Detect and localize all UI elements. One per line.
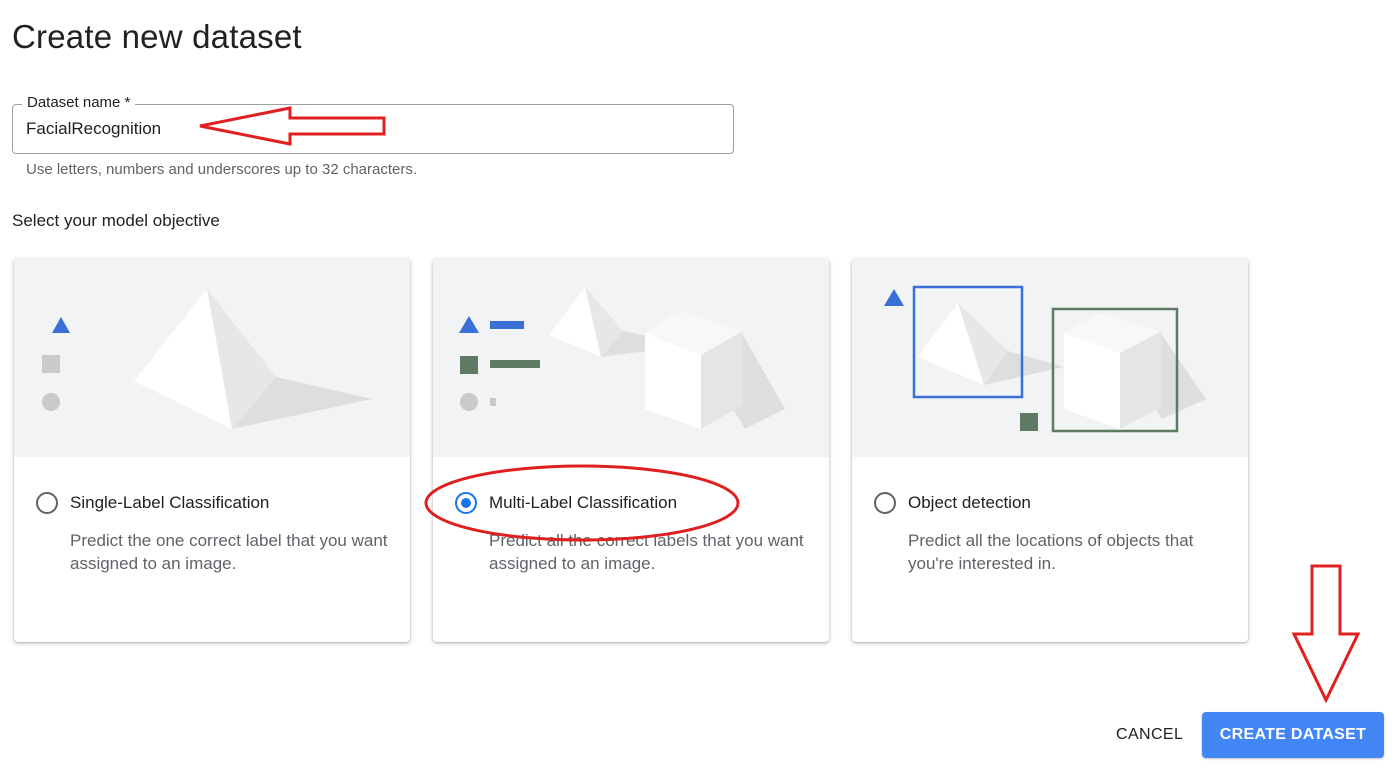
pyramid-illustration	[134, 289, 372, 429]
dataset-name-input[interactable]: FacialRecognition	[26, 119, 161, 139]
card-title: Object detection	[908, 493, 1031, 512]
dataset-name-field[interactable]: Dataset name * FacialRecognition	[12, 94, 734, 154]
square-icon	[460, 356, 478, 374]
label-bar	[490, 321, 524, 329]
circle-icon	[460, 393, 478, 411]
square-icon	[42, 355, 60, 373]
label-bar	[490, 360, 540, 368]
card-multi-label[interactable]: Multi-Label Classification Predict all t…	[433, 259, 829, 642]
triangle-icon	[52, 317, 70, 333]
radio-single-label[interactable]	[36, 492, 58, 514]
radio-multi-label[interactable]	[455, 492, 477, 514]
card-single-label[interactable]: Single-Label Classification Predict the …	[14, 259, 410, 642]
create-dataset-button[interactable]: CREATE DATASET	[1202, 712, 1384, 758]
label-bar	[490, 398, 496, 406]
square-icon	[1020, 413, 1038, 431]
triangle-icon	[459, 316, 479, 333]
objective-heading: Select your model objective	[12, 211, 220, 230]
multi-label-illustration	[433, 259, 829, 457]
pyramid-illustration	[918, 303, 1064, 385]
card-description: Predict the one correct label that you w…	[70, 531, 388, 573]
radio-object-detection[interactable]	[874, 492, 896, 514]
dataset-name-hint: Use letters, numbers and underscores up …	[26, 161, 418, 178]
cube-illustration	[1064, 313, 1206, 429]
single-label-illustration	[14, 259, 410, 457]
card-object-detection[interactable]: Object detection Predict all the locatio…	[852, 259, 1248, 642]
down-arrow-annotation	[1291, 564, 1361, 704]
circle-icon	[42, 393, 60, 411]
dataset-name-label: Dataset name *	[22, 94, 136, 111]
cube-illustration	[645, 311, 785, 429]
object-detection-illustration	[852, 259, 1248, 457]
cancel-button[interactable]: CANCEL	[1100, 713, 1199, 757]
triangle-icon	[884, 289, 904, 306]
card-description: Predict all the locations of objects tha…	[908, 531, 1194, 573]
card-title: Single-Label Classification	[70, 493, 270, 512]
card-title: Multi-Label Classification	[489, 493, 678, 512]
card-description: Predict all the correct labels that you …	[489, 531, 804, 573]
page-title: Create new dataset	[12, 18, 302, 55]
